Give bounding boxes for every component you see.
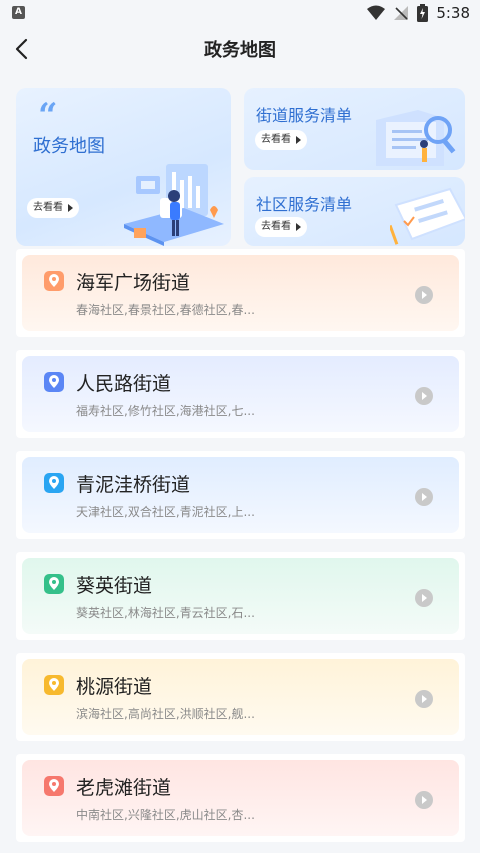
go-see-button[interactable]: 去看看 [27,198,79,218]
play-icon [296,136,301,144]
card-background: 老虎滩街道 中南社区,兴隆社区,虎山社区,杏... [22,760,459,836]
arrow-right-icon[interactable] [415,690,433,708]
community-go-button[interactable]: 去看看 [255,217,307,237]
street-name: 葵英街道 [76,575,153,597]
notification-icon: A [12,6,25,19]
street-name: 海军广场街道 [76,272,191,294]
street-card[interactable]: 桃源街道 滨海社区,高尚社区,洪顺社区,舰... [16,653,465,741]
checklist-illustration [390,187,465,245]
community-list: 中南社区,兴隆社区,虎山社区,杏... [76,808,255,822]
card-background: 桃源街道 滨海社区,高尚社区,洪顺社区,舰... [22,659,459,735]
card-background: 海军广场街道 春海社区,春景社区,春德社区,春... [22,255,459,331]
clock: 5:38 [436,4,470,22]
status-bar: A 5:38 [0,0,480,26]
arrow-right-icon[interactable] [415,286,433,304]
wifi-icon [367,5,386,20]
card-background: 人民路街道 福寿社区,修竹社区,海港社区,七... [22,356,459,432]
street-card[interactable]: 青泥洼桥街道 天津社区,双合社区,青泥社区,上... [16,451,465,539]
no-signal-icon [394,6,409,20]
location-pin-icon [44,776,64,796]
street-name: 老虎滩街道 [76,777,172,799]
location-pin-icon [44,372,64,392]
street-card[interactable]: 人民路街道 福寿社区,修竹社区,海港社区,七... [16,350,465,438]
community-list: 春海社区,春景社区,春德社区,春... [76,303,255,317]
location-pin-icon [44,271,64,291]
street-card[interactable]: 海军广场街道 春海社区,春景社区,春德社区,春... [16,249,465,337]
status-icons: 5:38 [367,2,470,24]
banner-title: 政务地图 [33,136,105,157]
community-go-label: 去看看 [261,221,291,232]
nav-bar: 政务地图 [0,26,480,72]
street-name: 桃源街道 [76,676,153,698]
community-service-banner[interactable]: 社区服务清单 去看看 [244,177,465,246]
arrow-right-icon[interactable] [415,488,433,506]
community-list: 葵英社区,林海社区,青云社区,石... [76,606,255,620]
community-list: 福寿社区,修竹社区,海港社区,七... [76,404,255,418]
play-icon [296,223,301,231]
location-pin-icon [44,574,64,594]
play-icon [68,204,73,212]
battery-charging-icon [417,4,429,22]
gov-map-banner[interactable]: “ 政务地图 去看看 [16,88,231,246]
community-list: 滨海社区,高尚社区,洪顺社区,舰... [76,707,255,721]
card-background: 葵英街道 葵英社区,林海社区,青云社区,石... [22,558,459,634]
street-card[interactable]: 葵英街道 葵英社区,林海社区,青云社区,石... [16,552,465,640]
card-background: 青泥洼桥街道 天津社区,双合社区,青泥社区,上... [22,457,459,533]
arrow-right-icon[interactable] [415,791,433,809]
go-see-label: 去看看 [33,202,63,213]
street-card[interactable]: 老虎滩街道 中南社区,兴隆社区,虎山社区,杏... [16,754,465,842]
arrow-right-icon[interactable] [415,589,433,607]
street-go-button[interactable]: 去看看 [255,130,307,150]
street-go-label: 去看看 [261,134,291,145]
street-name: 人民路街道 [76,373,172,395]
street-service-title: 街道服务清单 [256,106,353,125]
community-list: 天津社区,双合社区,青泥社区,上... [76,505,255,519]
page-title: 政务地图 [204,40,276,61]
location-pin-icon [44,473,64,493]
street-service-banner[interactable]: 街道服务清单 去看看 [244,88,465,170]
quote-icon: “ [38,96,58,136]
desk-illustration [124,164,224,246]
street-name: 青泥洼桥街道 [76,474,191,496]
community-service-title: 社区服务清单 [256,195,353,214]
location-pin-icon [44,675,64,695]
magnifier-illustration [376,110,456,166]
arrow-right-icon[interactable] [415,387,433,405]
